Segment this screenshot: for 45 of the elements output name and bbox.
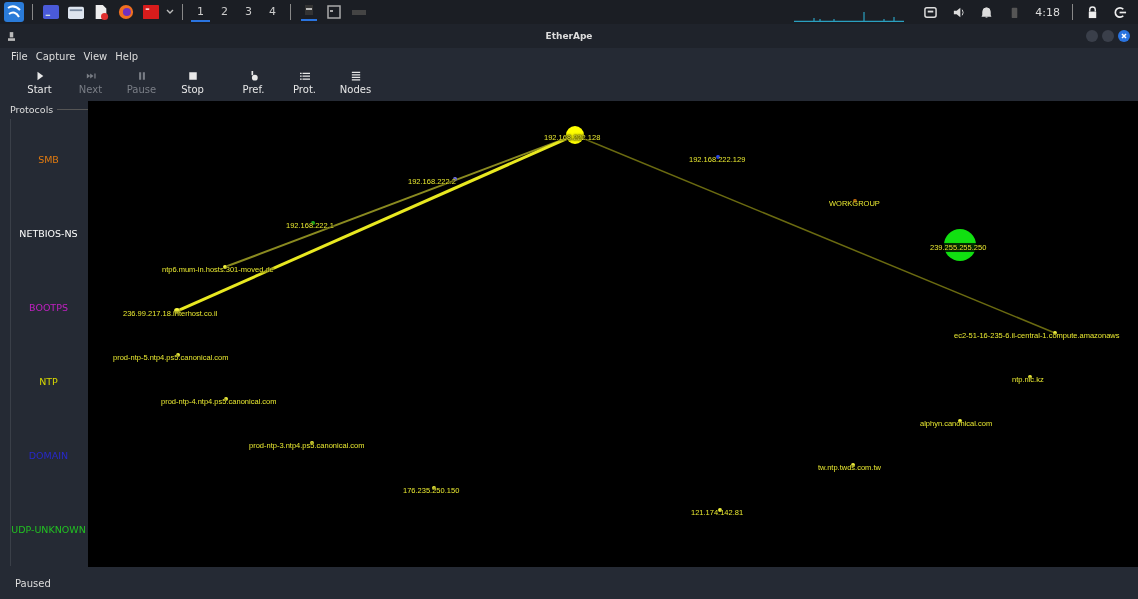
status-text: Paused xyxy=(15,578,51,589)
clock[interactable]: 4:18 xyxy=(1035,5,1060,19)
menu-item[interactable]: Help xyxy=(115,51,139,62)
workspace-tab[interactable]: 3 xyxy=(239,2,258,22)
caret-icon[interactable] xyxy=(166,9,174,15)
monitor-icon[interactable] xyxy=(924,5,938,19)
pause-icon xyxy=(136,71,147,81)
protocol-label: UDP-UNKNOWN xyxy=(11,523,86,535)
toolbar-button[interactable]: Pref. xyxy=(228,71,279,95)
protocol-label: SMB xyxy=(38,154,59,166)
window-icon[interactable] xyxy=(326,4,342,20)
bell-icon[interactable] xyxy=(980,5,994,19)
menu-item[interactable]: View xyxy=(83,51,108,62)
toolbar-button[interactable]: Nodes xyxy=(330,71,381,95)
toolbar-button[interactable]: Stop xyxy=(167,71,218,95)
toolbar-button[interactable]: Prot. xyxy=(279,71,330,95)
folder-icon[interactable] xyxy=(68,4,84,20)
terminal-icon[interactable] xyxy=(143,4,159,20)
workspace-tab[interactable]: 4 xyxy=(263,2,282,22)
window-icon[interactable] xyxy=(301,3,317,21)
menu-item[interactable]: File xyxy=(11,51,28,62)
window-title: EtherApe xyxy=(545,31,593,41)
protocol-label: NTP xyxy=(39,375,58,387)
stop-icon xyxy=(187,71,198,81)
list-icon xyxy=(299,71,310,81)
logout-icon[interactable] xyxy=(1114,5,1127,19)
network-graph-icon xyxy=(794,12,905,22)
close-button[interactable] xyxy=(1118,30,1130,42)
lock-icon[interactable] xyxy=(1086,5,1099,19)
app-icon xyxy=(8,31,15,41)
browser-icon[interactable] xyxy=(118,4,134,20)
lines-icon xyxy=(350,71,361,81)
document-icon[interactable] xyxy=(93,4,109,20)
skip-icon xyxy=(85,71,96,81)
workspace-tab[interactable]: 1 xyxy=(191,2,210,22)
protocol-label: DOMAIN xyxy=(28,449,69,461)
protocol-label: BOOTPS xyxy=(29,302,68,314)
panel-title: Protocols xyxy=(10,104,54,115)
workspace-tab[interactable]: 2 xyxy=(215,2,234,22)
speaker-icon[interactable] xyxy=(952,5,966,19)
terminal-icon[interactable] xyxy=(43,4,59,20)
menu-item[interactable]: Capture xyxy=(35,51,76,62)
app-menu-icon[interactable] xyxy=(4,2,24,22)
protocol-label: NETBIOS-NS xyxy=(19,228,78,240)
toolbar-button[interactable]: Start xyxy=(14,71,65,95)
